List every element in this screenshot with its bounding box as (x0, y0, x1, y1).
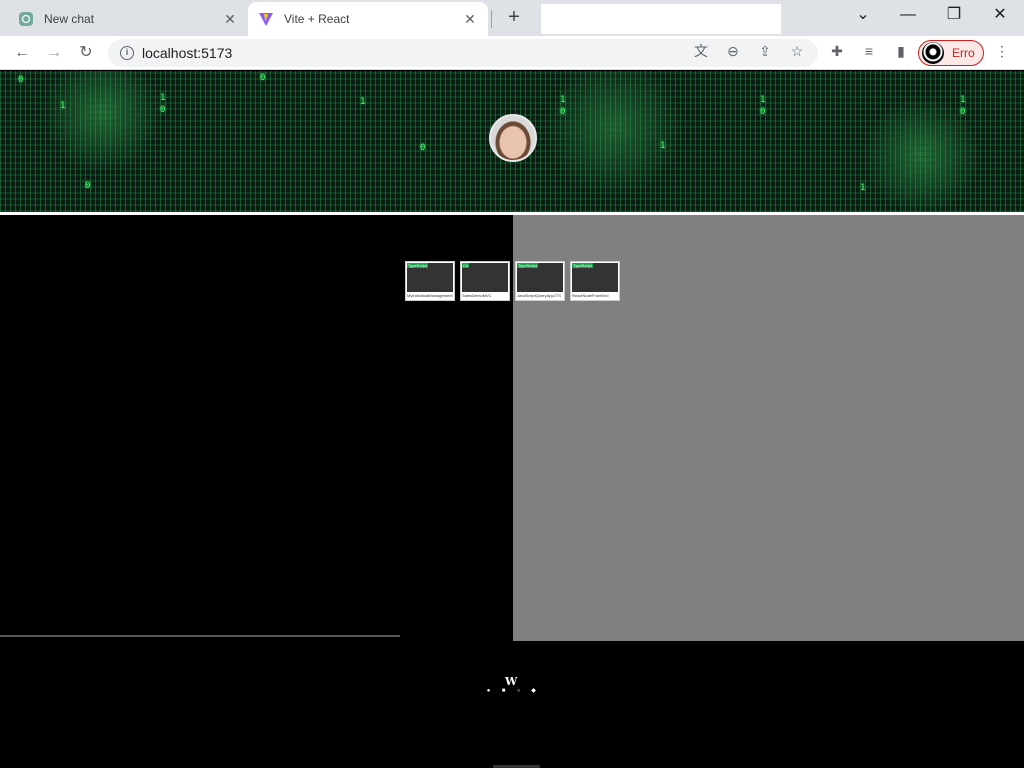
share-icon[interactable]: ⇪ (756, 42, 774, 60)
discord-icon[interactable]: ◆ (530, 688, 537, 695)
language-badge: TypeScript (407, 263, 428, 268)
translate-icon[interactable]: 文 (692, 42, 710, 60)
info-icon[interactable]: i (120, 46, 134, 60)
language-badge: TypeScript (517, 263, 538, 268)
side-panel-icon[interactable]: ▮ (892, 42, 910, 60)
restore-button[interactable]: ❐ (934, 4, 974, 28)
reload-button[interactable]: ↻ (74, 42, 98, 66)
project-name: MyIndividualManagement (407, 293, 453, 298)
tab-drag-area (541, 4, 781, 34)
project-card[interactable]: TypeScript MyIndividualManagement (405, 261, 455, 301)
close-tab-button[interactable]: ✕ (462, 11, 478, 28)
page-content: 0 1 0 1 0 0 1 0 1 0 1 1 0 1 1 0 GitHub R… (0, 71, 1024, 768)
project-card[interactable]: TypeScript ReactNodeFrontEnd (570, 261, 620, 301)
project-card[interactable]: C# SalesDemoMVC (460, 261, 510, 301)
social-links: ● ■ ○ ◆ (485, 688, 537, 695)
chatgpt-icon (18, 11, 34, 27)
mail-icon[interactable]: ■ (500, 688, 507, 695)
menu-icon[interactable]: ⋮ (993, 42, 1011, 60)
tab-search-button[interactable]: ⌄ (843, 4, 883, 28)
project-name: SalesDemoMVC (462, 293, 492, 298)
project-name: JavaScriptQueryApp2TS (517, 293, 562, 298)
tab-separator (491, 10, 492, 28)
address-text: localhost:5173 (142, 45, 233, 61)
tab-title: Vite + React (284, 12, 350, 26)
tab-vite-react[interactable]: Vite + React ✕ (248, 2, 488, 36)
zoom-icon[interactable]: ⊖ (724, 42, 742, 60)
language-badge: C# (462, 263, 470, 268)
extensions-icon[interactable]: ✚ (828, 42, 846, 60)
address-bar[interactable]: i localhost:5173 (108, 39, 818, 67)
hero-banner: 0 1 0 1 0 0 1 0 1 0 1 1 0 1 1 0 (0, 71, 1024, 212)
tab-strip: New chat ✕ Vite + React ✕ + ⌄ — ❐ ✕ (0, 0, 1024, 36)
profile-photo (489, 114, 537, 162)
github-icon[interactable]: ○ (515, 688, 522, 695)
divider (0, 635, 400, 637)
project-list: TypeScript MyIndividualManagement C# Sal… (405, 261, 620, 301)
profile-button[interactable]: Erro (918, 40, 984, 66)
footer-logo: W (505, 675, 518, 688)
close-window-button[interactable]: ✕ (980, 4, 1020, 28)
vite-icon (258, 11, 274, 27)
close-tab-button[interactable]: ✕ (222, 11, 238, 28)
tab-title: New chat (44, 12, 95, 26)
linkedin-icon[interactable]: ● (485, 688, 492, 695)
forward-button[interactable]: → (42, 42, 66, 66)
project-name: ReactNodeFrontEnd (572, 293, 609, 298)
tab-new-chat[interactable]: New chat ✕ (8, 2, 248, 36)
bookmark-icon[interactable]: ☆ (788, 42, 806, 60)
minimize-button[interactable]: — (888, 4, 928, 28)
avatar (922, 42, 944, 64)
back-button[interactable]: ← (10, 42, 34, 66)
profile-label: Erro (952, 46, 975, 60)
footer: W ● ■ ○ ◆ (0, 641, 1024, 768)
language-badge: TypeScript (572, 263, 593, 268)
browser-toolbar: ← → ↻ i localhost:5173 文 ⊖ ⇪ ☆ ✚ ≡ ▮ Err… (0, 36, 1024, 70)
project-card[interactable]: TypeScript JavaScriptQueryApp2TS (515, 261, 565, 301)
media-controls-icon[interactable]: ≡ (860, 42, 878, 60)
new-tab-button[interactable]: + (502, 6, 526, 30)
